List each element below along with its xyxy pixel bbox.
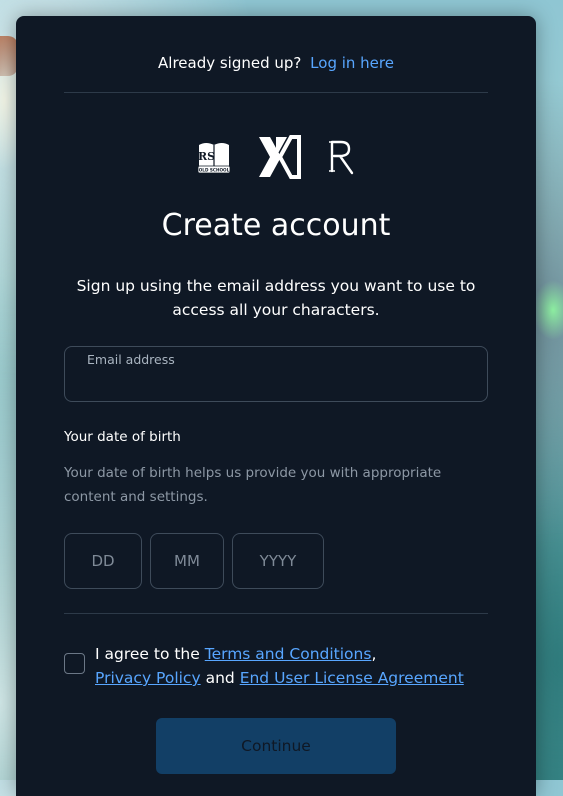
email-label: Email address: [87, 352, 175, 367]
email-input[interactable]: [87, 371, 473, 397]
page-title: Create account: [161, 208, 391, 243]
divider-bottom: [64, 613, 488, 614]
signup-panel: Already signed up? Log in here RS OLD SC…: [16, 16, 536, 796]
old-school-runescape-logo: RS OLD SCHOOL: [197, 143, 231, 174]
terms-checkbox[interactable]: [64, 653, 85, 674]
login-prompt: Already signed up? Log in here: [16, 54, 536, 72]
terms-link[interactable]: Terms and Conditions: [205, 645, 372, 663]
svg-text:RS: RS: [198, 150, 215, 163]
game-logos: RS OLD SCHOOL: [16, 135, 536, 179]
already-signed-text: Already signed up?: [158, 54, 302, 72]
terms-and: and: [205, 669, 235, 687]
privacy-policy-link[interactable]: Privacy Policy: [95, 669, 201, 687]
login-link[interactable]: Log in here: [310, 54, 394, 72]
runescape-logo: [329, 140, 354, 175]
eula-link[interactable]: End User License Agreement: [240, 669, 464, 687]
dob-help-text: Your date of birth helps us provide you …: [64, 465, 442, 505]
continue-button[interactable]: Continue: [156, 718, 396, 774]
dob-heading: Your date of birth: [64, 429, 181, 445]
terms-comma: ,: [371, 645, 377, 663]
dob-day-input[interactable]: DD: [64, 533, 142, 589]
jagex-logo: [259, 135, 301, 179]
divider-top: [64, 92, 488, 93]
page-subtitle: Sign up using the email address you want…: [76, 277, 476, 319]
svg-text:OLD SCHOOL: OLD SCHOOL: [199, 168, 230, 173]
background-glow-right: [533, 280, 563, 340]
email-field[interactable]: Email address: [64, 346, 488, 402]
dob-year-input[interactable]: YYYY: [232, 533, 324, 589]
terms-prefix: I agree to the: [95, 645, 200, 663]
terms-text: I agree to the Terms and Conditions, Pri…: [95, 642, 464, 690]
dob-month-input[interactable]: MM: [150, 533, 224, 589]
